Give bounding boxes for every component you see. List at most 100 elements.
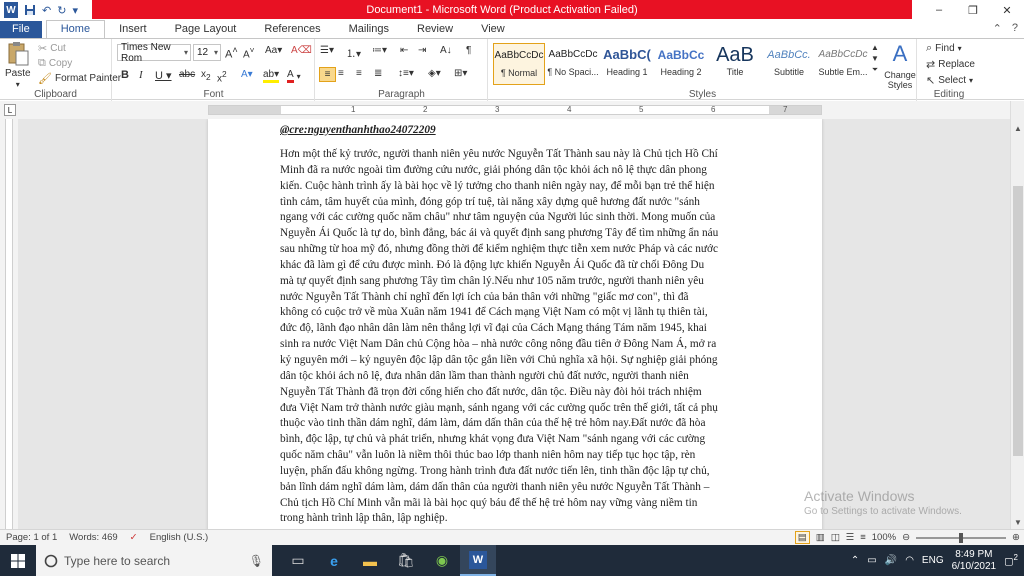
save-icon[interactable] <box>24 2 36 18</box>
shading-button[interactable]: ◈▾ <box>428 68 441 79</box>
redo-icon[interactable]: ↻ <box>57 2 66 18</box>
text-effects-button[interactable]: A▾ <box>241 69 253 80</box>
zoom-in-icon[interactable]: ⊕ <box>1012 532 1020 543</box>
change-styles-button[interactable]: A Change Styles <box>883 41 917 90</box>
format-painter-button[interactable]: 🖌 Format Painter <box>38 72 121 85</box>
style-title[interactable]: AaB Title <box>709 43 761 85</box>
zoom-out-icon[interactable]: ⊖ <box>902 532 910 543</box>
start-button[interactable] <box>0 545 36 576</box>
sort-button[interactable]: A↓ <box>440 45 452 56</box>
bold-button[interactable]: B <box>121 69 129 81</box>
tab-references[interactable]: References <box>250 21 334 38</box>
document-page[interactable]: @cre:nguyenthanhthao24072209 Hơn một thế… <box>208 119 822 529</box>
borders-button[interactable]: ⊞▾ <box>454 68 467 79</box>
edge-icon[interactable]: e <box>316 545 352 576</box>
italic-button[interactable]: I <box>139 69 143 81</box>
zoom-slider[interactable] <box>916 532 1007 543</box>
style-no-spacing[interactable]: AaBbCcDc ¶ No Spaci... <box>547 43 599 85</box>
wifi-icon[interactable]: ◠ <box>905 555 914 566</box>
paste-dropdown-icon[interactable]: ▾ <box>16 80 20 89</box>
highlight-button[interactable]: ab▾ <box>263 69 280 83</box>
vertical-ruler[interactable] <box>0 119 18 529</box>
shrink-font-button[interactable]: A˅ <box>243 45 255 60</box>
align-center-button[interactable]: ≡ <box>338 68 344 79</box>
show-marks-button[interactable]: ¶ <box>466 45 471 56</box>
coccoc-icon[interactable]: ◉ <box>424 545 460 576</box>
zoom-level[interactable]: 100% <box>872 532 896 543</box>
find-button[interactable]: ⌕ Find ▾ <box>926 42 962 55</box>
input-language[interactable]: ENG <box>922 555 944 566</box>
full-screen-reading-icon[interactable]: ▥ <box>816 532 825 543</box>
copy-button[interactable]: ⧉ Copy <box>38 57 72 70</box>
style-subtle-emphasis[interactable]: AaBbCcDc Subtle Em... <box>817 43 869 85</box>
print-layout-icon[interactable]: ▤ <box>794 531 810 544</box>
justify-button[interactable]: ≣ <box>374 68 382 79</box>
microphone-icon[interactable]: 🎙 <box>249 554 264 568</box>
strikethrough-button[interactable]: abc <box>179 69 195 80</box>
outline-icon[interactable]: ☰ <box>846 532 855 543</box>
superscript-button[interactable]: x2 <box>217 69 227 84</box>
word-icon[interactable]: W <box>4 2 18 18</box>
document-body[interactable]: @cre:nguyenthanhthao24072209 Hơn một thế… <box>280 123 752 527</box>
draft-icon[interactable]: ≡ <box>860 532 866 543</box>
notification-center-icon[interactable]: ▢2 <box>1004 553 1018 567</box>
decrease-indent-button[interactable]: ⇤ <box>400 45 408 56</box>
vertical-scrollbar[interactable]: ▲ ▼ <box>1010 101 1024 529</box>
select-button[interactable]: ↖ Select ▾ <box>926 74 973 87</box>
task-view-icon[interactable]: ▭ <box>280 545 316 576</box>
help-icon[interactable]: ? <box>1012 22 1018 35</box>
tab-page-layout[interactable]: Page Layout <box>161 21 251 38</box>
align-right-button[interactable]: ≡ <box>356 68 362 79</box>
paste-button[interactable]: Paste ▾ <box>5 41 31 89</box>
grow-font-button[interactable]: A˄ <box>225 45 238 61</box>
proofing-icon[interactable]: ✓ <box>124 532 144 543</box>
minimize-ribbon-icon[interactable]: ⌃ <box>993 22 1002 35</box>
horizontal-ruler[interactable]: 1 2 3 4 5 6 7 <box>208 105 822 115</box>
taskbar-search-box[interactable]: Type here to search 🎙 <box>36 545 272 576</box>
multilevel-list-button[interactable]: ≔▾ <box>372 45 387 56</box>
line-spacing-button[interactable]: ↕≡▾ <box>398 68 414 79</box>
subscript-button[interactable]: x2 <box>201 69 211 82</box>
store-icon[interactable]: 🛍 <box>388 545 424 576</box>
restore-button[interactable]: ❐ <box>956 0 990 20</box>
tab-insert[interactable]: Insert <box>105 21 161 38</box>
language-indicator[interactable]: English (U.S.) <box>144 532 215 543</box>
tab-view[interactable]: View <box>467 21 519 38</box>
tab-mailings[interactable]: Mailings <box>335 21 403 38</box>
page-count[interactable]: Page: 1 of 1 <box>0 532 63 543</box>
styles-scroll[interactable]: ▲ ▼ ⏷ <box>871 43 879 75</box>
tab-home[interactable]: Home <box>45 20 106 38</box>
replace-button[interactable]: ⇄ Replace <box>926 58 975 71</box>
zoom-slider-knob[interactable] <box>959 532 964 543</box>
scroll-down-icon[interactable]: ▼ <box>1011 515 1024 529</box>
font-color-button[interactable]: A ▾ <box>287 69 301 83</box>
scroll-up-icon[interactable]: ▲ <box>1011 121 1024 135</box>
volume-icon[interactable]: 🔊 <box>885 555 897 566</box>
web-layout-icon[interactable]: ◫ <box>831 532 840 543</box>
undo-icon[interactable]: ↶ <box>42 2 51 18</box>
tab-selector-icon[interactable]: L <box>4 104 16 116</box>
underline-button[interactable]: U ▾ <box>155 69 172 82</box>
network-icon[interactable]: ▭ <box>867 555 876 566</box>
clock[interactable]: 8:49 PM 6/10/2021 <box>952 549 997 573</box>
close-button[interactable]: ✕ <box>990 0 1024 20</box>
font-family-select[interactable]: Times New Rom ▾ <box>117 42 191 64</box>
tab-review[interactable]: Review <box>403 21 467 38</box>
increase-indent-button[interactable]: ⇥ <box>418 45 426 56</box>
clear-formatting-button[interactable]: A⌫ <box>291 45 312 56</box>
file-explorer-icon[interactable]: ▬ <box>352 545 388 576</box>
style-normal[interactable]: AaBbCcDc ¶ Normal <box>493 43 545 85</box>
numbering-button[interactable]: ⒈▾ <box>346 45 361 60</box>
scrollbar-thumb[interactable] <box>1013 186 1023 456</box>
font-size-select[interactable]: 12 ▾ <box>193 44 221 61</box>
change-case-button[interactable]: Aa▾ <box>265 45 282 56</box>
show-hidden-icons-icon[interactable]: ⌃ <box>851 555 859 566</box>
bullets-button[interactable]: ☰▾ <box>320 45 334 56</box>
style-heading-1[interactable]: AaBbC( Heading 1 <box>601 43 653 85</box>
cut-button[interactable]: ✂ Cut <box>38 42 66 55</box>
word-count[interactable]: Words: 469 <box>63 532 123 543</box>
customize-icon[interactable]: ▾ <box>72 2 78 18</box>
tab-file[interactable]: File <box>0 21 42 38</box>
align-left-button[interactable]: ≡ <box>319 67 336 82</box>
minimize-button[interactable]: – <box>922 0 956 20</box>
